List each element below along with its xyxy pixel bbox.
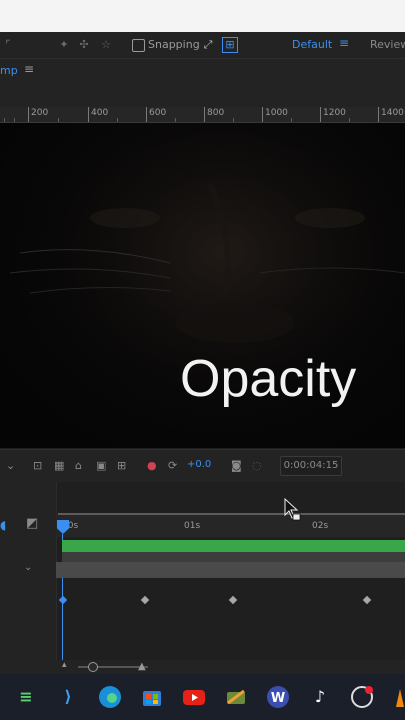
snap-target-icon[interactable]: ⊞ bbox=[222, 37, 238, 53]
ruler-label: 1200 bbox=[323, 108, 346, 118]
ruler-tick bbox=[28, 107, 29, 122]
main-toolbar: ⌜ ✦ ✣ ☆ Snapping ⤢ ⊞ Default ≡ Review bbox=[0, 32, 405, 59]
ruler-minor-tick bbox=[14, 118, 15, 122]
snapping-label: Snapping bbox=[148, 38, 200, 51]
timeline-panel[interactable]: ◖ ◩ ⌄ 00s 01s 02s bbox=[0, 482, 405, 660]
keyframe[interactable] bbox=[228, 595, 238, 605]
show-snapshot-icon[interactable]: ◌ bbox=[252, 459, 262, 472]
ruler-label: 200 bbox=[31, 108, 49, 118]
puppet-tool-icon[interactable]: ✦ bbox=[56, 37, 72, 53]
viewer-controls-bar: ⌄ ⊡ ▦ ⌂ ▣ ⊞ ● ⟳ +0.0 ◙ ◌ 0:00:04:15 bbox=[0, 449, 405, 482]
layer-duration-bar[interactable] bbox=[62, 540, 405, 552]
snapping-checkbox[interactable] bbox=[132, 39, 145, 52]
mouse-cursor-icon bbox=[284, 498, 301, 521]
snap-arrows-icon[interactable]: ⤢ bbox=[200, 37, 216, 53]
ruler-minor-tick bbox=[58, 118, 59, 122]
keyframe[interactable] bbox=[58, 595, 68, 605]
mask-path-icon[interactable]: ⌂ bbox=[75, 459, 82, 472]
property-row[interactable] bbox=[56, 562, 405, 578]
tools-app-icon[interactable] bbox=[222, 683, 250, 711]
layer-expand-icon[interactable]: ⌄ bbox=[24, 562, 32, 573]
motion-blur-icon[interactable]: ◖ bbox=[0, 518, 6, 532]
ruler-label: 1000 bbox=[265, 108, 288, 118]
ruler-tick bbox=[88, 107, 89, 122]
tiktok-icon[interactable]: ♪ bbox=[306, 683, 334, 711]
magnification-dropdown-icon[interactable]: ⌄ bbox=[6, 459, 15, 472]
zoom-in-icon[interactable]: ▲ bbox=[138, 661, 146, 672]
ruler-minor-tick bbox=[233, 118, 234, 122]
puppet-pin-icon[interactable]: ✣ bbox=[76, 37, 92, 53]
ruler-tick bbox=[262, 107, 263, 122]
reset-exposure-icon[interactable]: ⟳ bbox=[168, 459, 177, 472]
workspace-review[interactable]: Review bbox=[370, 38, 405, 51]
microsoft-store-icon[interactable] bbox=[138, 683, 166, 711]
ruler-minor-tick bbox=[117, 118, 118, 122]
horizontal-ruler: 200 400 600 800 1000 1200 1400 bbox=[0, 107, 405, 123]
guides-icon[interactable]: ▣ bbox=[96, 459, 106, 472]
graph-editor-icon[interactable]: ◩ bbox=[26, 516, 38, 531]
time-label: 02s bbox=[312, 521, 329, 531]
ruler-minor-tick bbox=[349, 118, 350, 122]
composition-tab-bar: mp ≡ bbox=[0, 59, 405, 83]
ruler-tick bbox=[204, 107, 205, 122]
word-w-icon[interactable]: W bbox=[264, 683, 292, 711]
grid-icon[interactable]: ⊞ bbox=[117, 459, 126, 472]
ruler-minor-tick bbox=[291, 118, 292, 122]
ruler-label: 800 bbox=[207, 108, 225, 118]
windows-taskbar: ≡ ⟩ W ♪ bbox=[0, 674, 405, 720]
svg-text:W: W bbox=[271, 691, 285, 706]
ruler-label: 400 bbox=[91, 108, 109, 118]
snapshot-camera-icon[interactable]: ◙ bbox=[231, 459, 242, 472]
current-time-display[interactable]: 0:00:04:15 bbox=[280, 456, 342, 476]
workspace-default[interactable]: Default bbox=[292, 38, 332, 51]
puppet-bend-icon[interactable]: ☆ bbox=[98, 37, 114, 53]
ruler-minor-tick bbox=[4, 118, 5, 122]
opacity-text-layer: Opacity bbox=[180, 350, 357, 408]
ruler-label: 600 bbox=[149, 108, 167, 118]
zoom-out-icon[interactable]: ▴ bbox=[62, 660, 67, 670]
timeline-zoom-bar: ▴ ▲ bbox=[0, 660, 405, 674]
youtube-icon[interactable] bbox=[180, 683, 208, 711]
ruler-minor-tick bbox=[175, 118, 176, 122]
layer-row-selected[interactable] bbox=[62, 552, 405, 562]
ruler-tick bbox=[378, 107, 379, 122]
transparency-grid-icon[interactable]: ▦ bbox=[54, 459, 64, 472]
keyframe[interactable] bbox=[140, 595, 150, 605]
vscode-icon[interactable]: ⟩ bbox=[54, 683, 82, 711]
time-label: 01s bbox=[184, 521, 201, 531]
keyframe[interactable] bbox=[362, 595, 372, 605]
region-of-interest-icon[interactable]: ⊡ bbox=[33, 459, 42, 472]
ruler-label: 1400 bbox=[381, 108, 404, 118]
obs-icon[interactable] bbox=[348, 683, 376, 711]
composition-subbar bbox=[0, 83, 405, 108]
ruler-tick bbox=[146, 107, 147, 122]
workspace-menu-icon[interactable]: ≡ bbox=[339, 36, 349, 50]
edge-icon[interactable] bbox=[96, 683, 124, 711]
channels-icon[interactable]: ● bbox=[147, 459, 157, 472]
fluent-app-icon[interactable]: ≡ bbox=[12, 683, 40, 711]
composition-viewer[interactable]: Opacity bbox=[0, 123, 405, 448]
timeline-layer-panel: ◖ ◩ ⌄ bbox=[0, 482, 57, 660]
toolbar-edge-icon[interactable]: ⌜ bbox=[0, 37, 16, 53]
browser-top-area bbox=[0, 0, 405, 32]
ruler-tick bbox=[320, 107, 321, 122]
vlc-icon[interactable] bbox=[390, 683, 405, 711]
zoom-slider-knob[interactable] bbox=[88, 662, 98, 672]
exposure-value[interactable]: +0.0 bbox=[187, 459, 211, 470]
time-ruler[interactable]: 00s 01s 02s bbox=[56, 515, 405, 537]
composition-tab[interactable]: mp bbox=[0, 64, 18, 77]
composition-tab-menu-icon[interactable]: ≡ bbox=[24, 62, 34, 76]
